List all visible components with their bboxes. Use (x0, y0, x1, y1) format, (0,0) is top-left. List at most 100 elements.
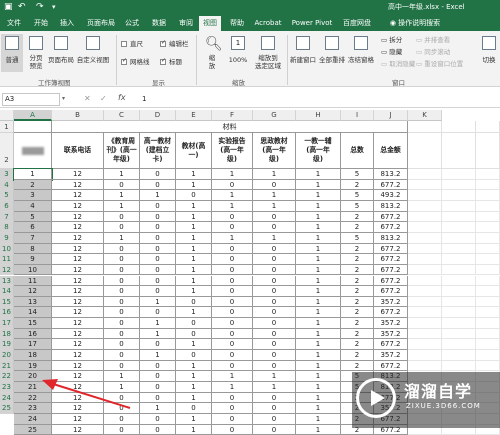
cell[interactable] (408, 190, 442, 201)
table-cell[interactable]: 0 (212, 307, 253, 319)
table-cell[interactable]: 1 (140, 296, 176, 308)
table-cell[interactable]: 1 (176, 179, 212, 191)
cell[interactable] (476, 318, 500, 329)
table-cell[interactable]: 813.2 (374, 169, 408, 180)
table-cell[interactable]: 12 (52, 222, 104, 233)
cell[interactable] (476, 222, 500, 233)
table-cell[interactable]: 6 (14, 222, 52, 233)
table-cell[interactable]: 12 (52, 318, 104, 329)
enter-icon[interactable]: ✓ (100, 94, 107, 103)
table-cell[interactable]: 0 (104, 413, 140, 425)
sync-scroll-button[interactable]: ▭ 同步滚动 (416, 48, 450, 56)
table-cell[interactable]: 1 (140, 350, 176, 361)
redacted-header-cell[interactable] (14, 133, 52, 169)
table-cell[interactable]: 2 (341, 360, 374, 372)
table-cell[interactable]: 2 (341, 254, 374, 265)
cell[interactable] (476, 200, 500, 212)
table-cell[interactable]: 12 (52, 307, 104, 319)
table-cell[interactable]: 1 (176, 286, 212, 297)
table-cell[interactable]: 677.2 (374, 275, 408, 287)
column-title-cell[interactable]: 联系电话 (52, 133, 104, 169)
cell[interactable] (476, 296, 500, 308)
table-cell[interactable]: 0 (176, 318, 212, 329)
table-cell[interactable]: 0 (212, 392, 253, 404)
table-cell[interactable]: 0 (140, 382, 176, 393)
table-cell[interactable]: 0 (253, 339, 296, 351)
row-header[interactable]: 8 (0, 222, 14, 233)
table-cell[interactable]: 12 (52, 403, 104, 414)
table-cell[interactable]: 1 (176, 413, 212, 425)
formula-bar-checkbox[interactable] (160, 39, 166, 47)
table-cell[interactable]: 0 (212, 243, 253, 255)
table-cell[interactable]: 1 (176, 275, 212, 287)
table-cell[interactable]: 1 (140, 328, 176, 340)
table-cell[interactable]: 1 (253, 232, 296, 244)
cell[interactable] (408, 222, 442, 233)
cell[interactable] (476, 254, 500, 265)
table-cell[interactable]: 1 (212, 232, 253, 244)
side-by-side-button[interactable]: ▭ 并排查看 (416, 36, 450, 44)
column-title-cell[interactable]: 《教育周 刊》(高一 年级) (104, 133, 140, 169)
cell[interactable] (408, 254, 442, 265)
table-cell[interactable]: 0 (253, 392, 296, 404)
table-cell[interactable]: 0 (140, 360, 176, 372)
column-title-cell[interactable]: 实验报告 (高一年 级) (212, 133, 253, 169)
table-cell[interactable]: 12 (52, 360, 104, 372)
column-header-i[interactable]: I (341, 110, 374, 121)
new-window-button[interactable]: 新建窗口 (289, 34, 317, 72)
cell[interactable] (442, 307, 476, 319)
tab-review[interactable]: 审阅 (175, 16, 197, 31)
table-cell[interactable]: 1 (104, 371, 140, 382)
table-cell[interactable]: 0 (212, 350, 253, 361)
table-cell[interactable]: 0 (176, 350, 212, 361)
cell[interactable] (442, 169, 476, 180)
cell[interactable] (442, 254, 476, 265)
table-cell[interactable]: 5 (341, 169, 374, 180)
table-cell[interactable]: 0 (104, 264, 140, 276)
table-cell[interactable]: 0 (253, 403, 296, 414)
table-cell[interactable]: 1 (176, 222, 212, 233)
table-cell[interactable]: 677.2 (374, 264, 408, 276)
table-cell[interactable]: 0 (212, 264, 253, 276)
table-cell[interactable]: 0 (104, 286, 140, 297)
table-cell[interactable]: 25 (14, 424, 52, 435)
table-cell[interactable]: 12 (52, 392, 104, 404)
row-header[interactable]: 11 (0, 254, 14, 265)
save-icon[interactable]: ▣ (4, 1, 13, 13)
cell[interactable] (408, 121, 442, 133)
table-cell[interactable]: 0 (104, 243, 140, 255)
cell[interactable] (476, 350, 500, 361)
cell[interactable] (442, 200, 476, 212)
table-cell[interactable]: 2 (341, 350, 374, 361)
table-cell[interactable]: 2 (341, 179, 374, 191)
table-cell[interactable]: 0 (104, 254, 140, 265)
cell[interactable] (408, 232, 442, 244)
cell[interactable] (442, 222, 476, 233)
table-cell[interactable]: 1 (212, 169, 253, 180)
cell[interactable] (408, 307, 442, 319)
table-cell[interactable]: 0 (253, 328, 296, 340)
table-cell[interactable]: 13 (14, 296, 52, 308)
table-cell[interactable]: 2 (341, 211, 374, 223)
table-cell[interactable]: 23 (14, 403, 52, 414)
tab-data[interactable]: 数据 (148, 16, 170, 31)
table-cell[interactable]: 0 (104, 392, 140, 404)
table-cell[interactable]: 12 (14, 286, 52, 297)
row-header[interactable]: 7 (0, 211, 14, 223)
unhide-button[interactable]: ▭ 取消隐藏 (381, 60, 415, 68)
row-header[interactable]: 21 (0, 360, 14, 372)
table-cell[interactable]: 1 (176, 254, 212, 265)
table-cell[interactable]: 0 (176, 403, 212, 414)
cell[interactable] (476, 169, 500, 180)
cell[interactable] (476, 243, 500, 255)
table-cell[interactable]: 1 (140, 318, 176, 329)
row-header[interactable]: 15 (0, 296, 14, 308)
row-header[interactable]: 4 (0, 179, 14, 191)
table-cell[interactable]: 12 (52, 169, 104, 180)
table-cell[interactable]: 1 (176, 232, 212, 244)
table-cell[interactable]: 1 (140, 190, 176, 201)
tab-insert[interactable]: 插入 (56, 16, 78, 31)
table-cell[interactable]: 0 (140, 392, 176, 404)
table-cell[interactable]: 2 (341, 275, 374, 287)
table-cell[interactable]: 1 (296, 200, 341, 212)
